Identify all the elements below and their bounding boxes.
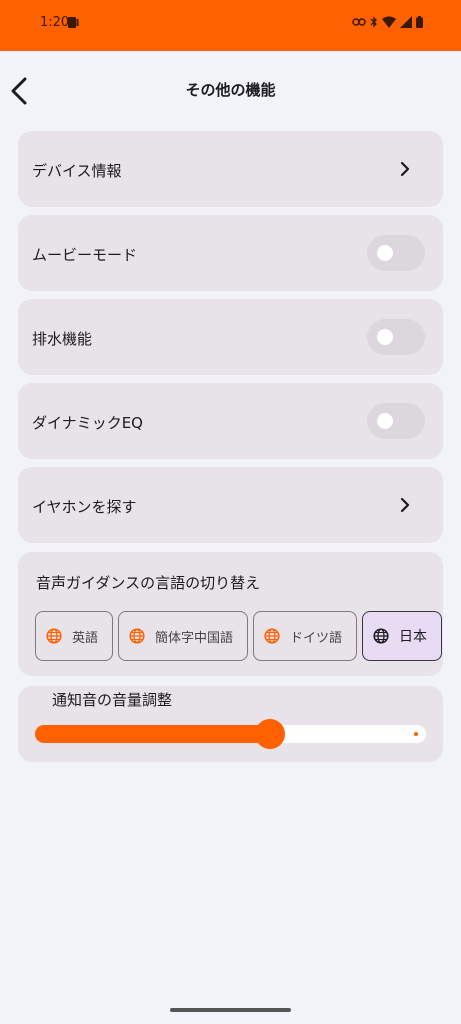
movie-mode-toggle[interactable] [367,235,425,271]
toggle-knob [377,329,393,345]
page-title: その他の機能 [185,81,276,99]
notification-volume-card: 通知音の音量調整 [18,686,443,762]
dynamic-eq-label: ダイナミックEQ [32,414,143,432]
movie-mode-row: ムービーモード [18,215,443,291]
language-section-title: 音声ガイダンスの言語の切り替え [36,574,261,592]
language-chip-label: ドイツ語 [290,630,343,646]
toggle-knob [377,413,393,429]
volume-slider-thumb[interactable] [255,719,285,749]
language-chip-german[interactable]: ドイツ語 [253,611,358,661]
wifi-icon [382,16,396,28]
signal-icon [400,16,412,28]
bluetooth-icon [370,16,377,28]
chevron-right-icon [400,161,410,177]
globe-icon [264,628,280,644]
device-info-row[interactable]: デバイス情報 [18,131,443,207]
drain-label: 排水機能 [32,330,93,348]
language-chip-label: 英語 [72,630,99,646]
language-chip-label: 日本 [399,629,428,645]
drain-toggle[interactable] [367,319,425,355]
notification-icon [68,17,79,28]
battery-icon [416,16,423,28]
voice-guidance-language-card: 音声ガイダンスの言語の切り替え 英語 簡体字中国語 ドイツ語 日本 [18,552,443,676]
drain-row: 排水機能 [18,299,443,375]
volume-title: 通知音の音量調整 [52,691,173,709]
globe-icon [373,628,389,644]
movie-mode-label: ムービーモード [32,246,138,264]
language-chip-simplified-chinese[interactable]: 簡体字中国語 [118,611,249,661]
volume-slider-end-dot [414,732,418,736]
language-options[interactable]: 英語 簡体字中国語 ドイツ語 日本 [35,611,443,663]
language-chip-label: 簡体字中国語 [155,630,234,646]
dynamic-eq-toggle[interactable] [367,403,425,439]
home-indicator [170,1008,291,1012]
find-earbuds-row[interactable]: イヤホンを探す [18,467,443,543]
device-info-label: デバイス情報 [32,162,122,180]
globe-icon [46,628,62,644]
toggle-knob [377,245,393,261]
status-time: 1:20 [40,15,70,30]
link-icon [352,18,366,26]
find-earbuds-label: イヤホンを探す [32,498,137,516]
language-chip-japanese[interactable]: 日本 [362,611,443,661]
volume-slider-fill [35,725,270,743]
dynamic-eq-row: ダイナミックEQ [18,383,443,459]
chevron-right-icon [400,497,410,513]
volume-slider[interactable] [35,719,426,749]
top-app-bar: その他の機能 [0,51,461,131]
status-icons [352,15,423,29]
language-chip-english[interactable]: 英語 [35,611,114,661]
status-bar: 1:20 [0,0,461,51]
globe-icon [129,628,145,644]
